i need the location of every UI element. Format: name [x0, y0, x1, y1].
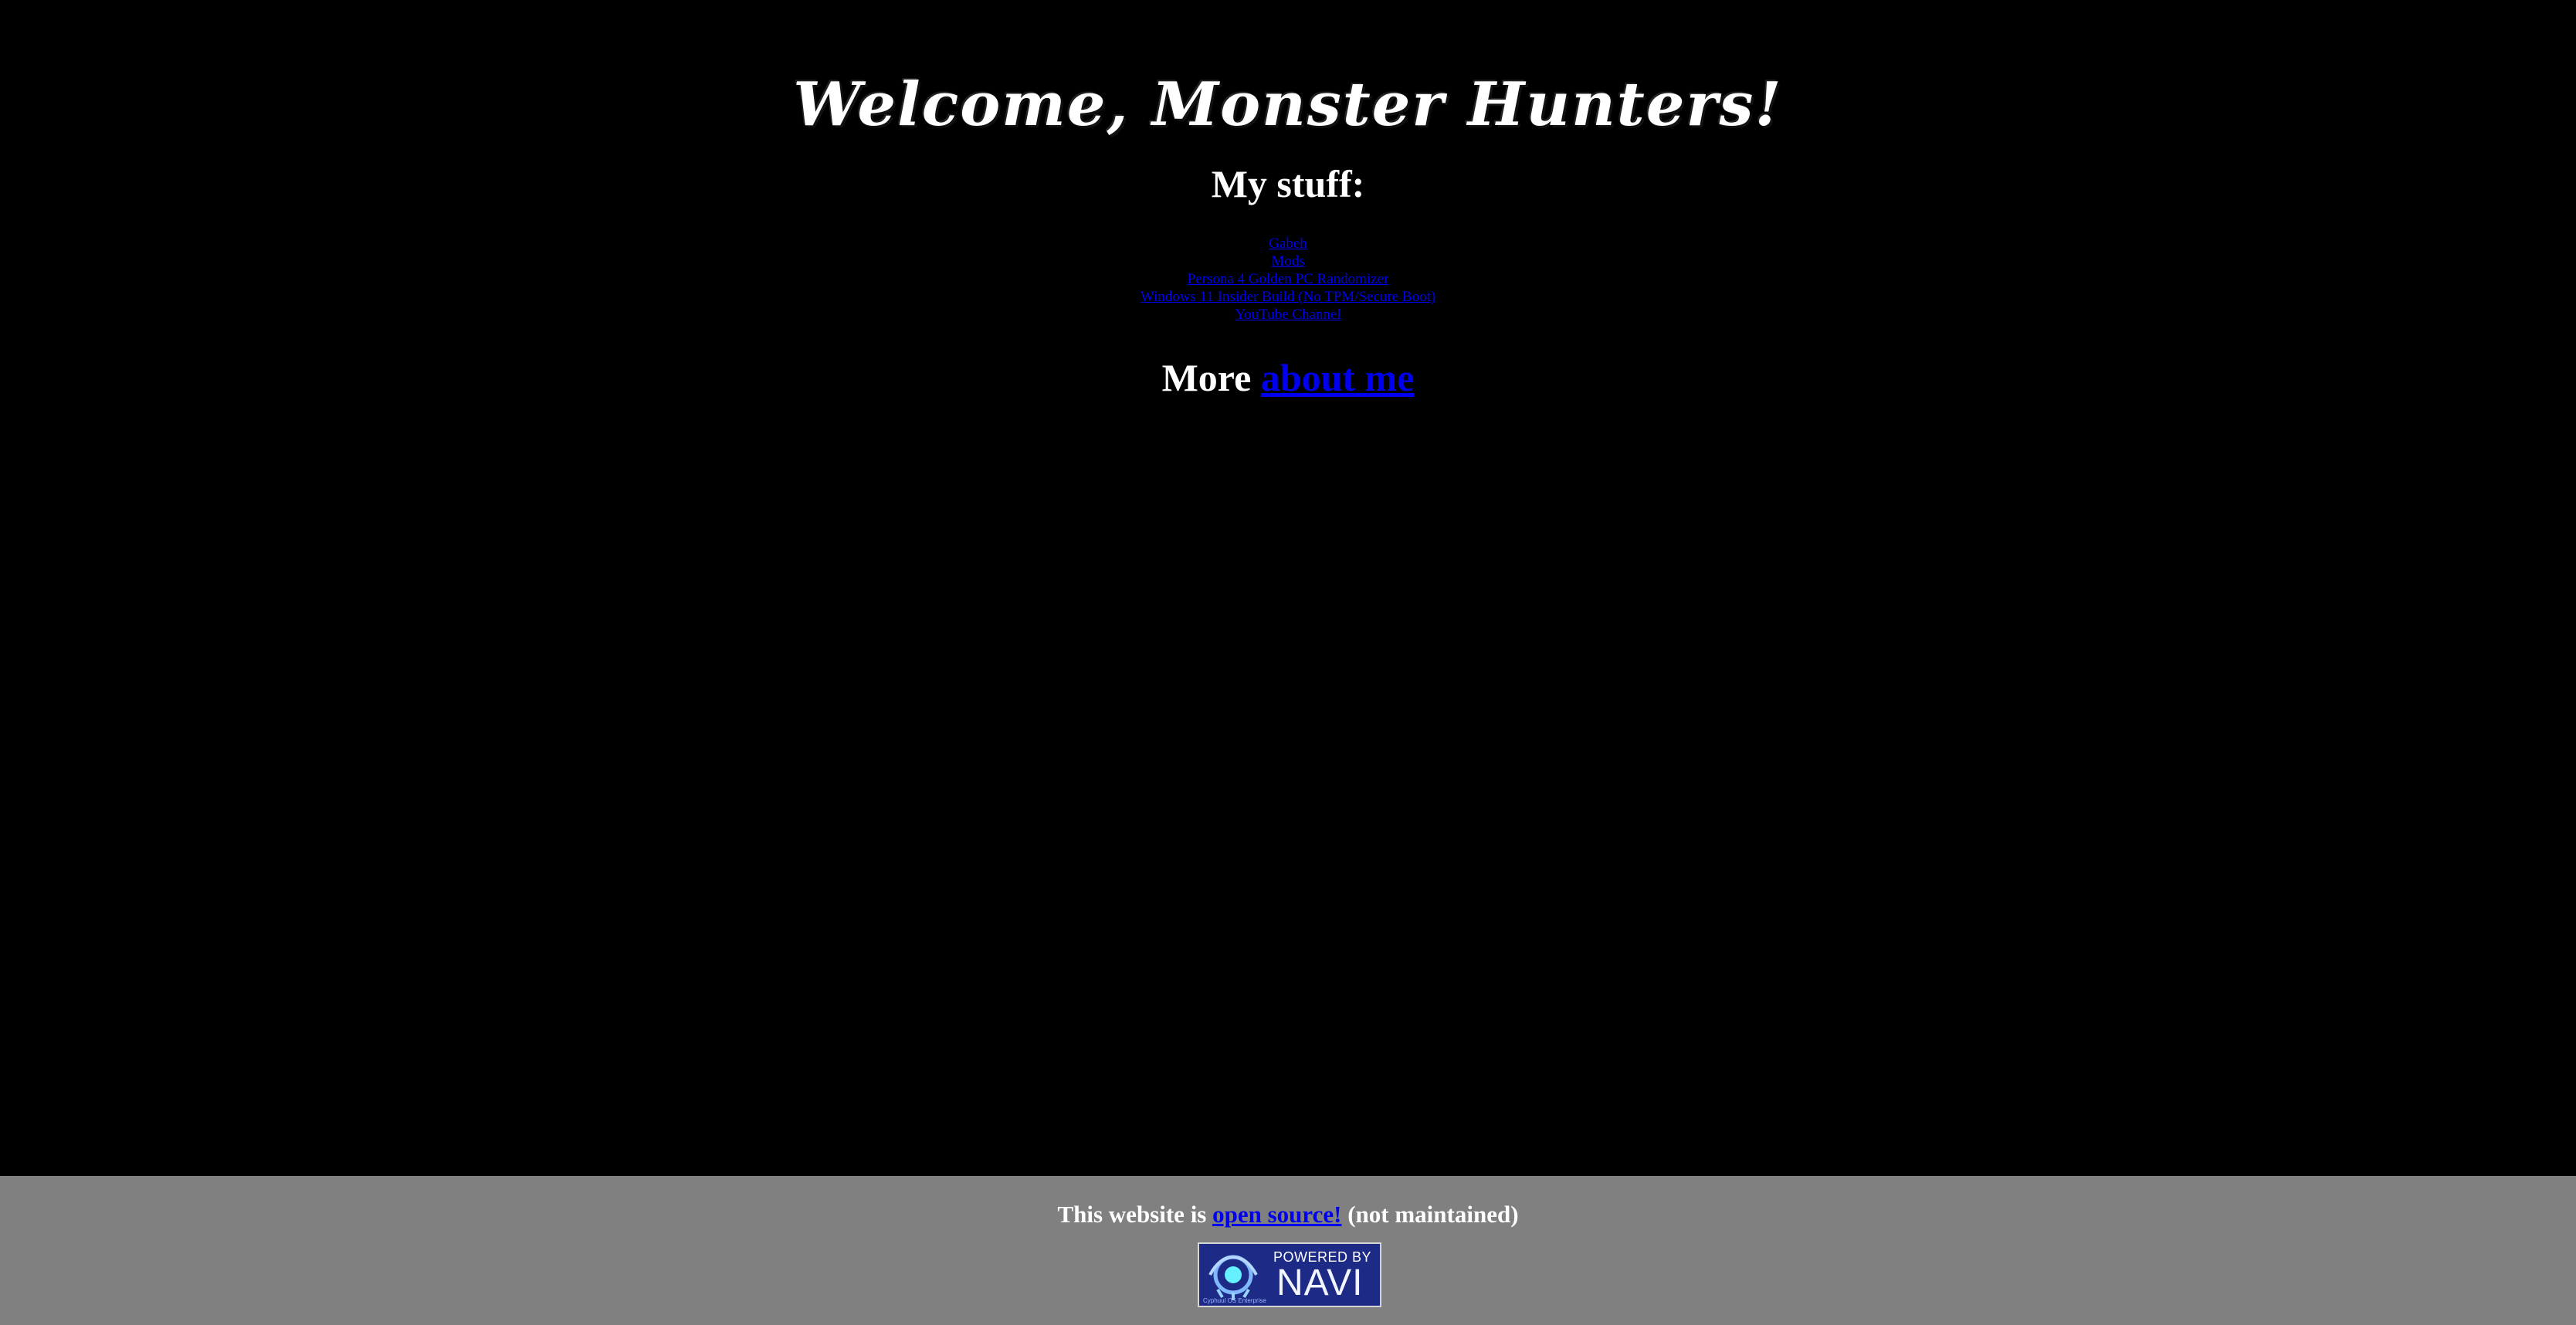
about-me-link[interactable]: about me [1261, 356, 1415, 399]
link-gabeh[interactable]: Gabeh [1269, 236, 1307, 252]
powered-by-navi-badge[interactable]: POWERED BY NAVI Cyphuul OS Enterprise [1198, 1242, 1381, 1307]
link-mods[interactable]: Mods [1271, 253, 1304, 269]
more-prefix-text: More [1161, 356, 1252, 399]
list-item: Windows 11 Insider Build (No TPM/Secure … [0, 288, 2576, 306]
list-item: Persona 4 Golden PC Randomizer [0, 270, 2576, 288]
footer-suffix-text: (not maintained) [1347, 1201, 1519, 1228]
link-persona-randomizer[interactable]: Persona 4 Golden PC Randomizer [1188, 271, 1389, 287]
footer-prefix-text: This website is [1057, 1201, 1207, 1228]
stuff-link-list: Gabeh Mods Persona 4 Golden PC Randomize… [0, 235, 2576, 324]
link-youtube-channel[interactable]: YouTube Channel [1235, 307, 1341, 323]
open-source-link[interactable]: open source! [1212, 1201, 1341, 1228]
navi-tagline-text: Cyphuul OS Enterprise [1203, 1297, 1266, 1304]
page: Welcome, Monster Hunters! My stuff: Gabe… [0, 0, 2576, 1325]
list-item: Gabeh [0, 235, 2576, 252]
list-item: YouTube Channel [0, 306, 2576, 324]
footer: This website is open source! (not mainta… [0, 1176, 2576, 1325]
my-stuff-heading: My stuff: [1211, 162, 1365, 205]
navi-name-text: NAVI [1276, 1262, 1364, 1303]
navi-logo-icon [1208, 1255, 1258, 1300]
more-about-heading: More about me [0, 351, 2576, 405]
page-title: Welcome, Monster Hunters! [793, 69, 1783, 140]
footer-text: This website is open source! (not mainta… [0, 1198, 2576, 1232]
list-item: Mods [0, 252, 2576, 270]
main-content: Welcome, Monster Hunters! My stuff: Gabe… [0, 0, 2576, 1176]
link-windows-11-build[interactable]: Windows 11 Insider Build (No TPM/Secure … [1141, 289, 1435, 305]
